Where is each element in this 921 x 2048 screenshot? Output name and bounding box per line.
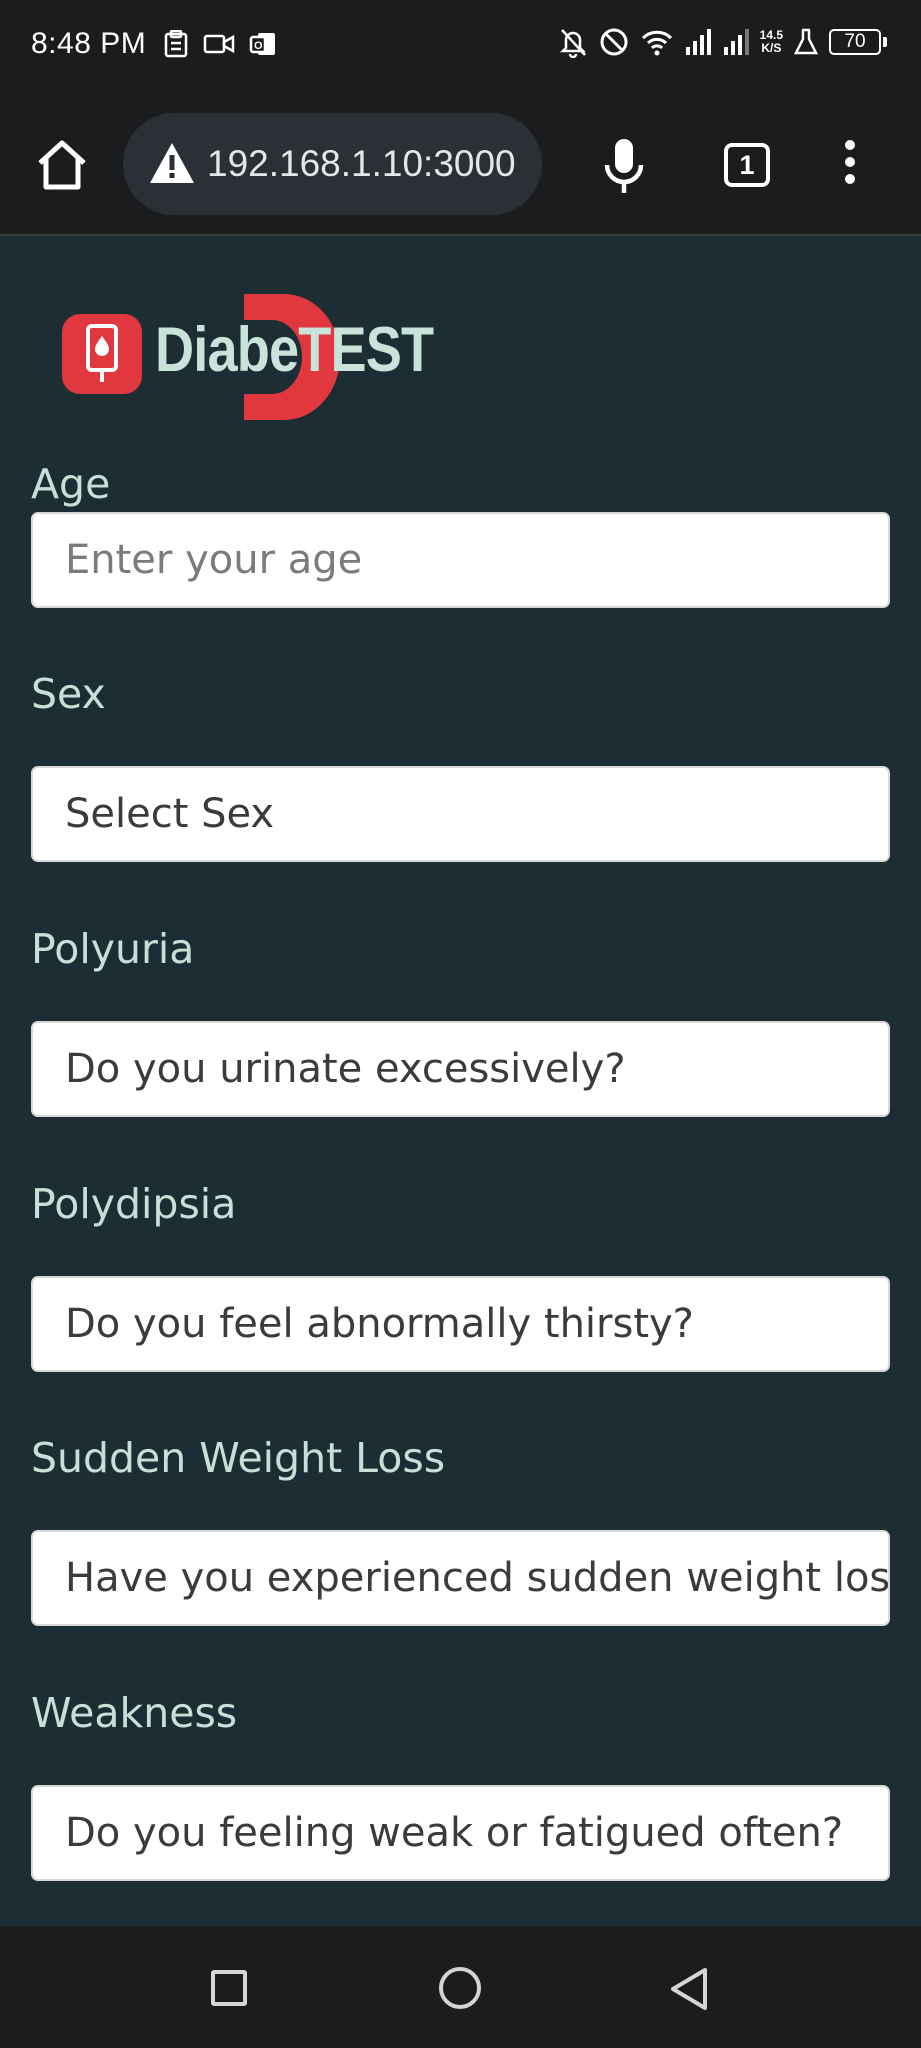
status-time: 8:48 PM bbox=[31, 27, 147, 60]
page-content: DiabeTEST Age Sex Select Sex Polyuria Po… bbox=[0, 238, 921, 1926]
svg-text:O: O bbox=[254, 40, 263, 52]
age-input[interactable] bbox=[31, 512, 890, 608]
sudden-weight-loss-label: Sudden Weight Loss bbox=[31, 1434, 446, 1482]
network-speed-unit: K/S bbox=[761, 41, 782, 55]
network-speed: 14.5 K/S bbox=[760, 29, 783, 55]
sex-select[interactable]: Select Sex bbox=[31, 766, 890, 862]
recent-apps-icon[interactable] bbox=[211, 1970, 247, 2006]
battery-icon: 70 bbox=[829, 29, 887, 55]
status-right-icons: 14.5 K/S 70 bbox=[558, 26, 887, 58]
warning-icon[interactable] bbox=[148, 141, 196, 185]
polydipsia-label: Polydipsia bbox=[31, 1180, 237, 1228]
polyuria-label: Polyuria bbox=[31, 925, 195, 973]
flask-icon bbox=[793, 28, 819, 55]
video-icon bbox=[203, 34, 235, 54]
age-label: Age bbox=[31, 460, 111, 508]
home-circle-icon[interactable] bbox=[439, 1967, 481, 2009]
browser-toolbar: 192.168.1.10:3000 1 bbox=[0, 92, 921, 236]
signal-icon bbox=[685, 29, 711, 55]
tabs-icon[interactable]: 1 bbox=[724, 143, 770, 187]
sex-select-value: Select Sex bbox=[65, 791, 275, 837]
clipboard-icon bbox=[164, 30, 188, 58]
url-bar[interactable]: 192.168.1.10:3000 bbox=[123, 113, 542, 215]
mic-icon[interactable] bbox=[596, 137, 652, 197]
polyuria-input[interactable] bbox=[31, 1021, 890, 1117]
menu-icon[interactable] bbox=[838, 140, 862, 190]
outlook-icon: O bbox=[249, 33, 275, 55]
do-not-disturb-icon bbox=[600, 28, 628, 56]
status-bar: 8:48 PM O 14.5 K/S 70 bbox=[0, 0, 921, 92]
back-icon[interactable] bbox=[667, 1966, 711, 2012]
polydipsia-input[interactable] bbox=[31, 1276, 890, 1372]
sex-label: Sex bbox=[31, 670, 106, 718]
url-text[interactable]: 192.168.1.10:3000 bbox=[207, 143, 527, 185]
weakness-input[interactable] bbox=[31, 1785, 890, 1881]
home-icon[interactable] bbox=[34, 137, 90, 193]
system-nav-bar bbox=[0, 1926, 921, 2048]
logo-text: DiabeTEST bbox=[155, 315, 434, 385]
sudden-weight-loss-input[interactable] bbox=[31, 1530, 890, 1626]
bell-off-icon bbox=[559, 29, 586, 58]
wifi-icon bbox=[641, 30, 672, 56]
weakness-label: Weakness bbox=[31, 1689, 238, 1737]
signal-2-icon bbox=[723, 29, 749, 55]
status-left-icons: O bbox=[163, 30, 277, 58]
app-logo: DiabeTEST bbox=[62, 294, 434, 420]
